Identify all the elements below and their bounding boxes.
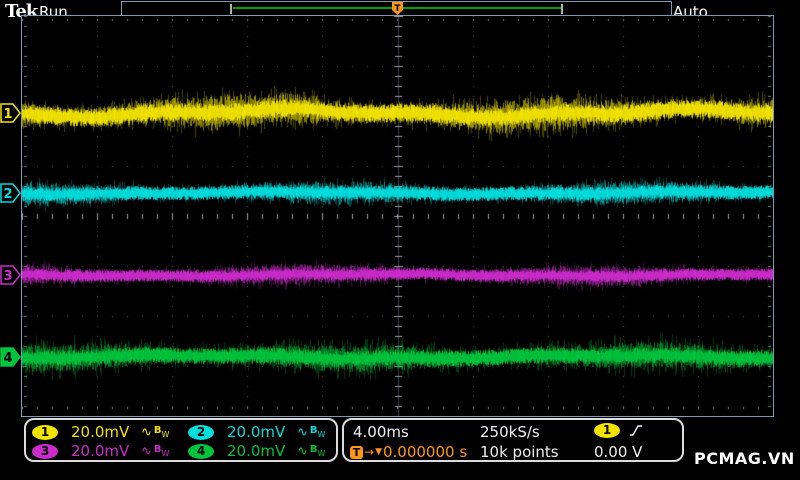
channel-4-marker: 4 — [0, 347, 21, 367]
svg-text:T: T — [394, 4, 401, 14]
trigger-source: 1 — [594, 423, 644, 438]
trigger-delay-time: 0.000000 s — [382, 443, 468, 461]
bandwidth-limit-icon: B — [153, 424, 162, 436]
oscilloscope-screen: Tek Run T Auto T 1 2 3 4 — [0, 0, 800, 480]
trigger-delay-icon: T — [350, 445, 363, 459]
svg-text:1: 1 — [3, 107, 12, 122]
channel-4-readout: 4 20.0mV ∿ B W — [188, 442, 325, 460]
channel-2-badge: 2 — [188, 424, 214, 440]
record-length: 10k points — [480, 443, 559, 461]
channel-3-readout: 3 20.0mV ∿ B W — [32, 442, 169, 460]
expansion-bracket-right-icon — [561, 4, 563, 14]
ac-coupling-icon: ∿ — [141, 424, 152, 440]
channel-1-scale: 20.0mV — [71, 423, 130, 441]
trigger-delay-readout: T → ▼ 0.000000 s — [350, 443, 467, 461]
time-scale: 4.00ms — [353, 423, 409, 441]
channel-3-marker: 3 — [0, 265, 21, 285]
channel-3-badge: 3 — [32, 443, 58, 459]
channel-2-marker: 2 — [0, 183, 21, 203]
ac-coupling-icon: ∿ — [297, 443, 308, 459]
arrow-right-icon: → — [364, 444, 375, 459]
ac-coupling-icon: ∿ — [297, 424, 308, 440]
channel-1-readout: 1 20.0mV ∿ B W — [32, 423, 169, 441]
graticule — [21, 15, 774, 417]
channel-4-badge: 4 — [188, 443, 214, 459]
channel-4-scale: 20.0mV — [227, 442, 286, 460]
bandwidth-limit-icon: B — [153, 443, 162, 455]
svg-text:3: 3 — [3, 269, 12, 284]
svg-text:4: 4 — [3, 351, 12, 366]
trigger-source-badge: 1 — [594, 423, 620, 438]
trigger-slope-rising-icon — [630, 425, 642, 436]
trigger-level: 0.00 V — [594, 443, 643, 461]
channel-2-readout: 2 20.0mV ∿ B W — [188, 423, 325, 441]
horizontal-trigger-readouts-box: 4.00ms 250kS/s 1 T → ▼ 0.000000 s 10k point… — [342, 418, 684, 462]
expansion-bracket-left-icon — [230, 4, 232, 14]
svg-text:2: 2 — [3, 187, 12, 202]
channel-3-scale: 20.0mV — [71, 442, 130, 460]
channel-readouts-box: 1 20.0mV ∿ B W 2 20.0mV ∿ B W 3 20.0mV ∿ B W 4… — [24, 418, 338, 462]
ac-coupling-icon: ∿ — [141, 443, 152, 459]
bandwidth-limit-icon: B — [309, 424, 318, 436]
watermark: PCMAG.VN — [694, 449, 795, 468]
sample-rate: 250kS/s — [480, 423, 540, 441]
channel-2-scale: 20.0mV — [227, 423, 286, 441]
triangle-down-icon: ▼ — [375, 446, 382, 457]
channel-1-badge: 1 — [32, 424, 58, 440]
bandwidth-limit-icon: B — [309, 443, 318, 455]
waveform-canvas — [22, 16, 773, 416]
trigger-position-small-icon: T — [392, 2, 403, 15]
channel-1-marker: 1 — [0, 103, 21, 123]
